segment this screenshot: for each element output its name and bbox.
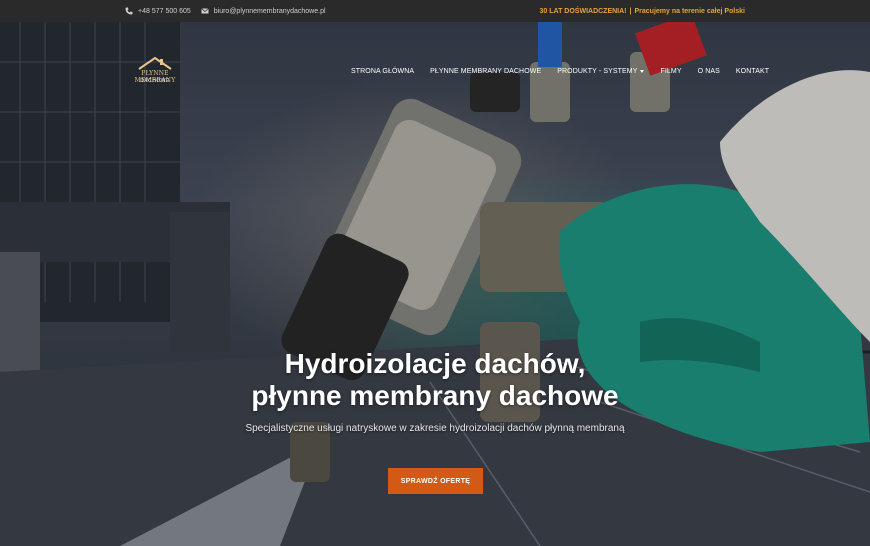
site-logo[interactable]: PŁYNNE MEMBRANY DACHOWE <box>124 56 186 88</box>
main-navigation: STRONA GŁÓWNA PŁYNNE MEMBRANY DACHOWE PR… <box>351 65 769 77</box>
contact-info: +48 577 500 605 biuro@plynnemembranydach… <box>125 0 326 22</box>
hero-subtitle: Specjalistyczne usługi natryskowe w zakr… <box>245 423 625 434</box>
logo-line-2: DACHOWE <box>140 78 170 84</box>
nav-item-contact[interactable]: KONTAKT <box>736 68 769 75</box>
caret-down-icon <box>640 69 645 73</box>
nav-item-home[interactable]: STRONA GŁÓWNA <box>351 68 414 75</box>
email-address: biuro@plynnemembranydachowe.pl <box>213 7 326 15</box>
promo-text: 30 LAT DOŚWIADCZENIA! | Pracujemy na ter… <box>540 0 745 22</box>
promo-separator: | <box>629 7 632 15</box>
top-bar: +48 577 500 605 biuro@plynnemembranydach… <box>0 0 870 22</box>
roof-logo-icon <box>138 56 172 70</box>
hero-title-line-1: Hydroizolacje dachów, <box>284 348 586 379</box>
nav-item-films[interactable]: FILMY <box>660 68 681 75</box>
envelope-icon <box>201 8 209 14</box>
phone-contact[interactable]: +48 577 500 605 <box>125 7 191 15</box>
nav-item-about[interactable]: O NAS <box>698 68 720 75</box>
promo-highlight: 30 LAT DOŚWIADCZENIA! <box>539 7 627 15</box>
promo-rest: Pracujemy na terenie całej Polski <box>634 7 745 15</box>
phone-number: +48 577 500 605 <box>138 7 191 15</box>
hero-title: Hydroizolacje dachów, płynne membrany da… <box>0 348 870 412</box>
check-offer-button[interactable]: SPRAWDŹ OFERTĘ <box>388 468 483 494</box>
hero-title-line-2: płynne membrany dachowe <box>251 380 619 411</box>
nav-item-products[interactable]: PRODUKTY - SYSTEMY <box>557 68 645 75</box>
email-contact[interactable]: biuro@plynnemembranydachowe.pl <box>201 7 326 15</box>
nav-item-membranes[interactable]: PŁYNNE MEMBRANY DACHOWE <box>430 68 541 75</box>
phone-icon <box>125 7 133 15</box>
